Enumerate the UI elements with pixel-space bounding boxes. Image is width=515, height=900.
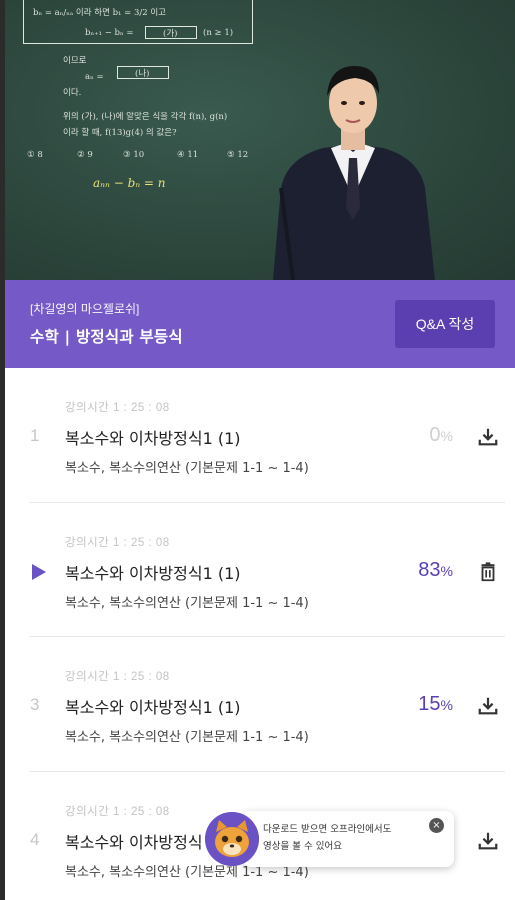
lecture-number: 1 bbox=[30, 426, 40, 445]
progress-value: 0 bbox=[429, 424, 441, 446]
close-icon[interactable]: × bbox=[429, 818, 444, 833]
lecture-subtitle: 복소수, 복소수의연산 (기본문제 1-1 ~ 1-4) bbox=[65, 730, 309, 745]
lecture-title: 복소수와 이차방정식1 (1) bbox=[65, 698, 241, 717]
lecture-progress: 15% bbox=[418, 693, 453, 716]
course-header: [차길영의 마으젤로쉬] 수학 | 방정식과 부등식 Q&A 작성 bbox=[5, 280, 515, 368]
lecture-title: 복소수와 이차방정식 bbox=[65, 832, 203, 852]
board-line: bₙ = aₙ/ₙₐ 이라 하면 b₁ = 3/2 이고 bbox=[33, 8, 166, 18]
lecture-subtitle: 복소수, 복소수의연산 (기본문제 1-1 ~ 1-4) bbox=[65, 595, 309, 611]
handwriting: aₙₙ − bₙ = n bbox=[93, 176, 166, 190]
lecture-duration: 강의시간 1 : 25 : 08 bbox=[65, 536, 170, 549]
progress-value: 15 bbox=[418, 693, 441, 715]
choice: ② 9 bbox=[77, 150, 93, 160]
choice: ④ 11 bbox=[177, 150, 199, 160]
progress-unit: % bbox=[440, 562, 453, 579]
board-line: 이다. bbox=[63, 88, 82, 98]
lecture-number: 4 bbox=[30, 829, 40, 849]
progress-value: 83 bbox=[418, 558, 441, 581]
download-icon[interactable] bbox=[477, 695, 499, 717]
lecture-duration: 강의시간 1 : 25 : 08 bbox=[65, 671, 170, 683]
lecture-subtitle: 복소수, 복소수의연산 (기본문제 1-1 ~ 1-4) bbox=[65, 461, 309, 476]
board-line: (나) bbox=[135, 69, 150, 79]
lecture-number: 3 bbox=[30, 695, 40, 714]
tooltip-text-line2: 영상을 볼 수 있어요 bbox=[263, 841, 342, 852]
download-tooltip: 다운로드 받으면 오프라인에서도 영상을 볼 수 있어요 × bbox=[205, 810, 455, 870]
lecture-progress: 83% bbox=[418, 559, 453, 582]
lecture-row[interactable]: 강의시간 1 : 25 : 08 1 복소수와 이차방정식1 (1) 복소수, … bbox=[30, 368, 505, 503]
progress-unit: % bbox=[440, 428, 453, 444]
download-icon[interactable] bbox=[477, 426, 499, 448]
board-line: bₙ₊₁ − bₙ = bbox=[85, 28, 134, 38]
lecture-title: 복소수와 이차방정식1 (1) bbox=[65, 563, 241, 583]
board-line: (가) bbox=[163, 29, 178, 39]
tooltip-bubble: 다운로드 받으면 오프라인에서도 영상을 볼 수 있어요 × bbox=[243, 811, 454, 867]
qa-write-button[interactable]: Q&A 작성 bbox=[395, 300, 495, 348]
mascot-icon bbox=[205, 812, 259, 866]
lecture-duration: 강의시간 1 : 25 : 08 bbox=[65, 402, 170, 414]
play-icon bbox=[32, 563, 46, 580]
lecture-progress: 0% bbox=[429, 424, 453, 447]
trash-icon[interactable] bbox=[477, 561, 499, 583]
lecture-row[interactable]: 강의시간 1 : 25 : 08 복소수와 이차방정식1 (1) 복소수, 복소… bbox=[30, 503, 505, 637]
board-line: (n ≥ 1) bbox=[203, 28, 234, 38]
choice: ③ 10 bbox=[123, 150, 145, 160]
teacher-figure bbox=[273, 66, 435, 280]
board-line: 위의 (가), (나)에 알맞은 식을 각각 f(n), g(n) bbox=[63, 112, 228, 122]
download-icon[interactable] bbox=[477, 830, 499, 852]
video-player[interactable]: bₙ = aₙ/ₙₐ 이라 하면 b₁ = 3/2 이고 bₙ₊₁ − bₙ =… bbox=[5, 0, 515, 280]
lecture-duration: 강의시간 1 : 25 : 08 bbox=[65, 805, 170, 818]
board-line: 이라 할 때, f(13)g(4) 의 값은? bbox=[63, 128, 177, 138]
board-line: aₙ = bbox=[85, 72, 104, 82]
tooltip-text-line1: 다운로드 받으면 오프라인에서도 bbox=[263, 824, 392, 835]
app-screen: bₙ = aₙ/ₙₐ 이라 하면 b₁ = 3/2 이고 bₙ₊₁ − bₙ =… bbox=[5, 0, 515, 900]
lecture-title: 복소수와 이차방정식1 (1) bbox=[65, 429, 241, 448]
choice: ① 8 bbox=[27, 150, 43, 160]
lecture-row[interactable]: 강의시간 1 : 25 : 08 3 복소수와 이차방정식1 (1) 복소수, … bbox=[30, 637, 505, 772]
board-line: 이므로 bbox=[63, 56, 87, 66]
choice: ⑤ 12 bbox=[227, 150, 249, 160]
progress-unit: % bbox=[440, 697, 453, 713]
